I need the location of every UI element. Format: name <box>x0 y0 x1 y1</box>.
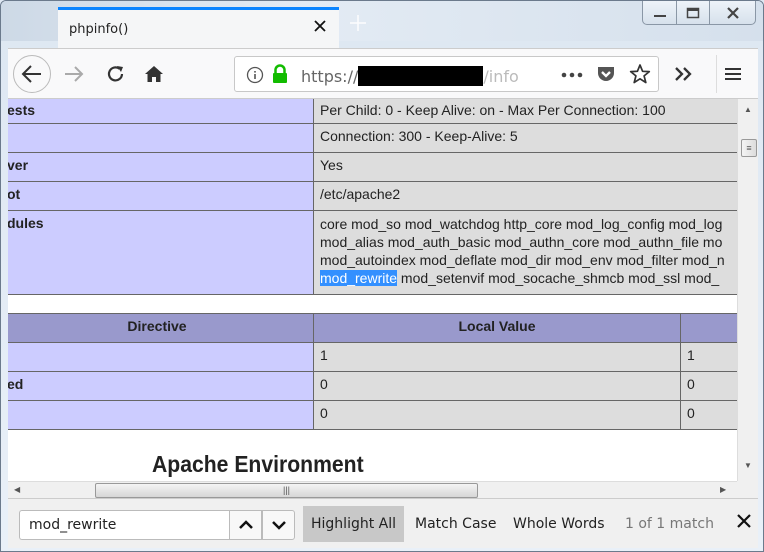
scroll-right-arrow[interactable]: ▶ <box>720 485 726 494</box>
close-icon <box>737 514 751 528</box>
tab-phpinfo[interactable]: phpinfo() <box>58 7 339 48</box>
vertical-scroll-thumb[interactable]: ≡ <box>741 139 757 157</box>
section-heading: Apache Environment <box>152 451 364 477</box>
window-close-button[interactable] <box>709 1 755 24</box>
modules-line-rest: mod_setenvif mod_socache_shmcb mod_ssl m… <box>397 270 720 286</box>
column-header-master-value <box>680 313 737 343</box>
maximize-button[interactable] <box>676 1 709 24</box>
highlight-all-toggle[interactable]: Highlight All <box>303 506 405 542</box>
match-case-toggle[interactable]: Match Case <box>407 506 504 542</box>
modules-line: mod_alias mod_auth_basic mod_authn_core … <box>320 234 723 250</box>
config-key: ver <box>8 152 314 182</box>
find-next-button[interactable] <box>262 510 295 540</box>
modules-line: core mod_so mod_watchdog http_core mod_l… <box>320 216 723 232</box>
url-bar[interactable]: https:// /info <box>234 56 659 92</box>
local-value: 0 <box>313 400 681 430</box>
minimize-button[interactable] <box>643 1 676 24</box>
scroll-left-arrow[interactable]: ◀ <box>14 485 20 494</box>
chevron-down-icon <box>271 521 286 530</box>
column-header-local-value: Local Value <box>313 313 681 343</box>
find-previous-button[interactable] <box>229 510 262 540</box>
table-row: 0 0 <box>8 400 737 430</box>
new-tab-button[interactable] <box>349 11 367 39</box>
pocket-icon[interactable] <box>596 64 616 84</box>
back-button[interactable] <box>13 55 51 93</box>
master-value: 1 <box>680 342 737 372</box>
table-header-row: Directive Local Value <box>8 313 737 343</box>
page-content: ests Per Child: 0 - Keep Alive: on - Max… <box>8 99 737 481</box>
modules-line: mod_autoindex mod_deflate mod_dir mod_en… <box>320 252 725 268</box>
vertical-scrollbar[interactable]: ▲ ≡ ▼ <box>737 99 758 481</box>
toolbar-separator <box>716 55 717 93</box>
table-row: ver Yes <box>8 152 737 182</box>
find-match-count: 1 of 1 match <box>625 516 714 532</box>
url-scheme: https:// <box>301 67 359 86</box>
tab-close-button[interactable] <box>311 18 329 36</box>
horizontal-scroll-thumb[interactable]: ||| <box>95 483 478 498</box>
config-key: ot <box>8 181 314 211</box>
config-value: Connection: 300 - Keep-Alive: 5 <box>313 123 737 153</box>
loaded-modules-value: core mod_so mod_watchdog http_core mod_l… <box>313 210 737 295</box>
browser-window: phpinfo() https:// /info ests Per Child: … <box>0 0 764 552</box>
scrollbar-corner <box>737 481 758 498</box>
local-value: 0 <box>313 371 681 401</box>
table-row: dules core mod_so mod_watchdog http_core… <box>8 210 737 295</box>
config-value: Per Child: 0 - Keep Alive: on - Max Per … <box>313 99 737 124</box>
ellipsis-icon[interactable] <box>561 72 583 78</box>
apache-config-table: ests Per Child: 0 - Keep Alive: on - Max… <box>8 99 737 295</box>
reload-button[interactable] <box>105 63 127 85</box>
find-bar: Highlight All Match Case Whole Words 1 o… <box>8 498 758 548</box>
url-text[interactable]: https:// /info <box>301 66 519 86</box>
menu-button[interactable] <box>722 63 744 85</box>
navigation-toolbar: https:// /info <box>8 48 758 99</box>
config-key <box>8 123 314 153</box>
scroll-up-arrow[interactable]: ▲ <box>744 105 752 114</box>
config-value: /etc/apache2 <box>313 181 737 211</box>
find-close-button[interactable] <box>736 512 752 535</box>
modules-line: mod_rewrite mod_setenvif mod_socache_shm… <box>320 269 737 287</box>
scroll-down-arrow[interactable]: ▼ <box>744 461 752 470</box>
reload-icon <box>107 66 124 82</box>
hamburger-icon <box>725 68 741 80</box>
directive-name <box>8 342 314 372</box>
double-chevron-icon <box>675 67 692 81</box>
table-row: ot /etc/apache2 <box>8 181 737 211</box>
table-row: 1 1 <box>8 342 737 372</box>
redacted-host <box>358 66 484 86</box>
star-icon[interactable] <box>629 63 651 85</box>
arrow-right-icon <box>65 66 84 82</box>
column-header-directive: Directive <box>8 313 314 343</box>
directive-name <box>8 400 314 430</box>
forward-button[interactable] <box>63 63 85 85</box>
local-value: 1 <box>313 342 681 372</box>
directive-table: Directive Local Value 1 1 ed 0 0 0 0 <box>8 313 737 430</box>
table-row: Connection: 300 - Keep-Alive: 5 <box>8 123 737 153</box>
arrow-left-icon <box>21 65 41 83</box>
table-row: ed 0 0 <box>8 371 737 401</box>
master-value: 0 <box>680 400 737 430</box>
home-button[interactable] <box>143 63 165 85</box>
directive-name: ed <box>8 371 314 401</box>
master-value: 0 <box>680 371 737 401</box>
find-highlight: mod_rewrite <box>320 270 398 286</box>
config-key: ests <box>8 99 314 124</box>
config-value: Yes <box>313 152 737 182</box>
overflow-button[interactable] <box>673 63 695 85</box>
lock-icon[interactable] <box>271 64 289 84</box>
table-row: ests Per Child: 0 - Keep Alive: on - Max… <box>8 99 737 124</box>
url-path: /info <box>483 67 519 86</box>
plus-icon <box>350 15 366 31</box>
whole-words-toggle[interactable]: Whole Words <box>505 506 613 542</box>
chevron-up-icon <box>238 520 253 529</box>
close-icon <box>314 20 326 32</box>
config-key: dules <box>8 210 314 295</box>
home-icon <box>145 66 163 82</box>
info-icon[interactable] <box>246 66 264 84</box>
horizontal-scrollbar[interactable]: ◀ ||| ▶ <box>8 481 737 498</box>
find-input[interactable] <box>19 510 229 540</box>
window-controls <box>642 1 756 25</box>
tab-title: phpinfo() <box>69 22 129 37</box>
